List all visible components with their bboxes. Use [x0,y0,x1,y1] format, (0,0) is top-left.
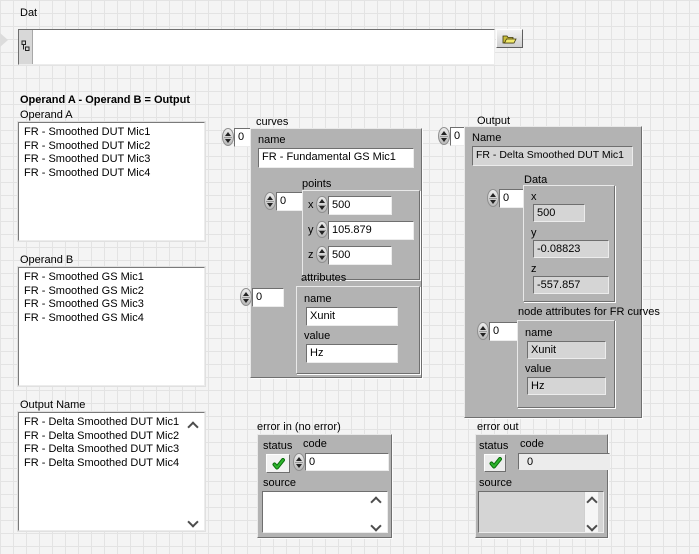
data-index-spinner[interactable] [487,189,499,207]
path-type-strip [19,30,33,64]
error-in-label: error in (no error) [257,421,341,433]
point-x-spinner[interactable] [316,196,328,213]
data-y-indicator: -0.08823 [533,240,609,258]
error-in-source-label: source [263,477,296,489]
point-z-spinner[interactable] [316,246,328,263]
curve-name-field[interactable]: FR - Fundamental GS Mic1 [258,148,414,168]
attributes-label: attributes [301,272,346,284]
points-index-spinner[interactable] [264,192,276,210]
points-label: points [302,178,331,190]
curve-name-label: name [258,134,286,146]
attribute-value-label: value [304,330,330,342]
path-input[interactable] [33,30,494,64]
data-x-indicator: 500 [533,204,585,222]
point-x-label: x [308,199,314,211]
connector-arrow [0,33,8,47]
error-out-source-label: source [479,477,512,489]
error-in-status-label: status [263,440,292,452]
front-panel: Dat Operand A - Operand B = Output Opera… [0,0,699,554]
error-in-code-label: code [303,438,327,450]
list-item[interactable]: FR - Smoothed DUT Mic1 [24,126,202,140]
list-item[interactable]: FR - Smoothed GS Mic4 [24,312,202,326]
error-in-code-spinner[interactable] [293,453,305,471]
list-item[interactable]: FR - Smoothed DUT Mic2 [24,140,202,154]
error-out-label: error out [477,421,519,433]
node-attributes-label: node attributes for FR curves [518,306,660,318]
output-name-indicator: FR - Delta Smoothed DUT Mic1 [472,146,633,166]
error-out-status-label: status [479,440,508,452]
list-item[interactable]: FR - Smoothed GS Mic1 [24,271,202,285]
output-index-spinner[interactable] [438,127,450,145]
point-z-field[interactable]: 500 [328,246,392,265]
error-in-code-field[interactable]: 0 [305,453,389,471]
data-x-label: x [531,191,537,203]
list-item[interactable]: FR - Delta Smoothed DUT Mic1 [24,416,202,430]
attribute-name-field[interactable]: Xunit [306,307,398,326]
attribute-value-field[interactable]: Hz [306,344,398,363]
data-z-indicator: -557.857 [533,276,609,294]
check-icon [272,458,285,470]
node-attributes-index-spinner[interactable] [477,322,489,340]
error-out-code-label: code [520,438,544,450]
node-attr-name-indicator: Xunit [527,341,606,359]
output-name-listbox[interactable]: FR - Delta Smoothed DUT Mic1 FR - Delta … [18,412,205,531]
list-item[interactable]: FR - Smoothed DUT Mic4 [24,167,202,181]
point-z-label: z [308,249,314,261]
operand-b-label: Operand B [20,254,73,266]
output-name-field-label: Name [472,132,501,144]
point-x-field[interactable]: 500 [328,196,392,215]
list-item[interactable]: FR - Delta Smoothed DUT Mic4 [24,457,202,471]
error-out-code-indicator: 0 [518,453,610,470]
output-name-label: Output Name [20,399,85,411]
path-symbol-icon [21,40,30,52]
check-icon [489,457,502,469]
data-z-label: z [531,263,537,275]
list-item[interactable]: FR - Smoothed DUT Mic3 [24,153,202,167]
point-y-field[interactable]: 105.879 [328,221,414,240]
list-item[interactable]: FR - Smoothed GS Mic2 [24,285,202,299]
point-y-label: y [308,224,314,236]
node-attr-value-indicator: Hz [527,377,606,395]
point-y-spinner[interactable] [316,221,328,238]
operand-a-label: Operand A [20,109,73,121]
curves-label: curves [256,116,288,128]
node-attr-name-label: name [525,327,553,339]
attribute-name-label: name [304,293,332,305]
node-attr-value-label: value [525,363,551,375]
list-item[interactable]: FR - Delta Smoothed DUT Mic3 [24,443,202,457]
path-control [18,29,495,65]
list-item[interactable]: FR - Delta Smoothed DUT Mic2 [24,430,202,444]
list-item[interactable]: FR - Smoothed GS Mic3 [24,298,202,312]
curves-index-spinner[interactable] [222,128,234,146]
error-out-status-indicator [484,454,506,472]
attributes-index-field[interactable]: 0 [252,288,284,307]
error-in-source-area[interactable] [262,491,388,533]
folder-open-icon [502,34,517,44]
path-control-label: Dat [20,7,37,19]
attributes-index-spinner[interactable] [240,288,252,306]
data-y-label: y [531,227,537,239]
error-in-status-button[interactable] [266,454,290,473]
operand-b-listbox[interactable]: FR - Smoothed GS Mic1 FR - Smoothed GS M… [18,267,205,386]
browse-button[interactable] [496,29,523,48]
page-title: Operand A - Operand B = Output [20,94,190,106]
operand-a-listbox[interactable]: FR - Smoothed DUT Mic1 FR - Smoothed DUT… [18,122,205,241]
